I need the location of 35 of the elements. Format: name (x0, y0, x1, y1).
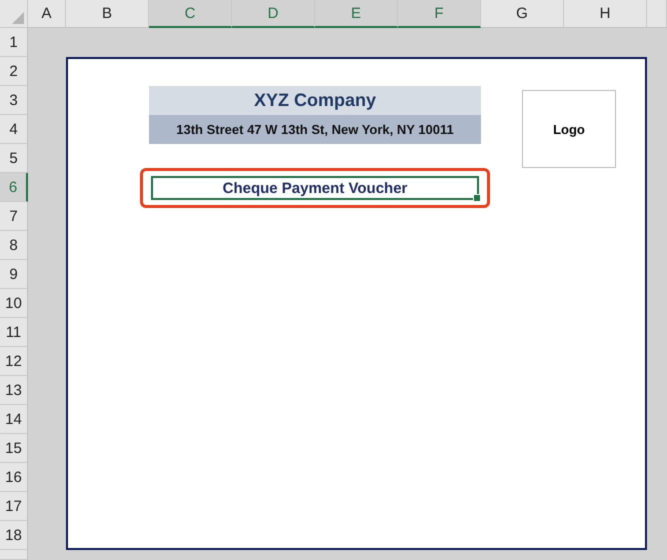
row-header[interactable]: 13 (0, 376, 28, 405)
select-all-corner[interactable] (0, 0, 28, 28)
row-header[interactable]: 2 (0, 57, 28, 86)
fill-handle[interactable] (473, 194, 481, 202)
column-header[interactable]: D (232, 0, 315, 28)
column-header[interactable]: A (28, 0, 66, 28)
row-header[interactable]: 14 (0, 405, 28, 434)
row-header[interactable]: 17 (0, 492, 28, 521)
row-header[interactable]: 9 (0, 260, 28, 289)
company-address: 13th Street 47 W 13th St, New York, NY 10011 (149, 115, 481, 144)
row-header[interactable]: 4 (0, 115, 28, 144)
column-header[interactable]: B (66, 0, 149, 28)
column-header[interactable]: F (398, 0, 481, 28)
row-header[interactable]: 10 (0, 289, 28, 318)
logo-label: Logo (553, 122, 585, 136)
row-header[interactable]: 11 (0, 318, 28, 347)
column-header[interactable]: G (481, 0, 564, 28)
row-header[interactable]: 12 (0, 347, 28, 376)
column-header[interactable]: H (564, 0, 647, 28)
voucher-title-cell[interactable]: Cheque Payment Voucher (151, 176, 479, 200)
select-all-icon (12, 12, 24, 24)
column-header[interactable]: E (315, 0, 398, 28)
row-header[interactable]: 18 (0, 521, 28, 550)
row-header[interactable] (0, 550, 28, 560)
row-header[interactable]: 5 (0, 144, 28, 173)
row-header[interactable]: 6 (0, 173, 28, 202)
row-header[interactable]: 16 (0, 463, 28, 492)
column-header[interactable]: C (149, 0, 232, 28)
row-header[interactable]: 1 (0, 28, 28, 57)
column-header[interactable] (647, 0, 667, 28)
company-name: XYZ Company (149, 86, 481, 115)
row-header[interactable]: 15 (0, 434, 28, 463)
row-header[interactable]: 3 (0, 86, 28, 115)
row-header[interactable]: 8 (0, 231, 28, 260)
row-header[interactable]: 7 (0, 202, 28, 231)
